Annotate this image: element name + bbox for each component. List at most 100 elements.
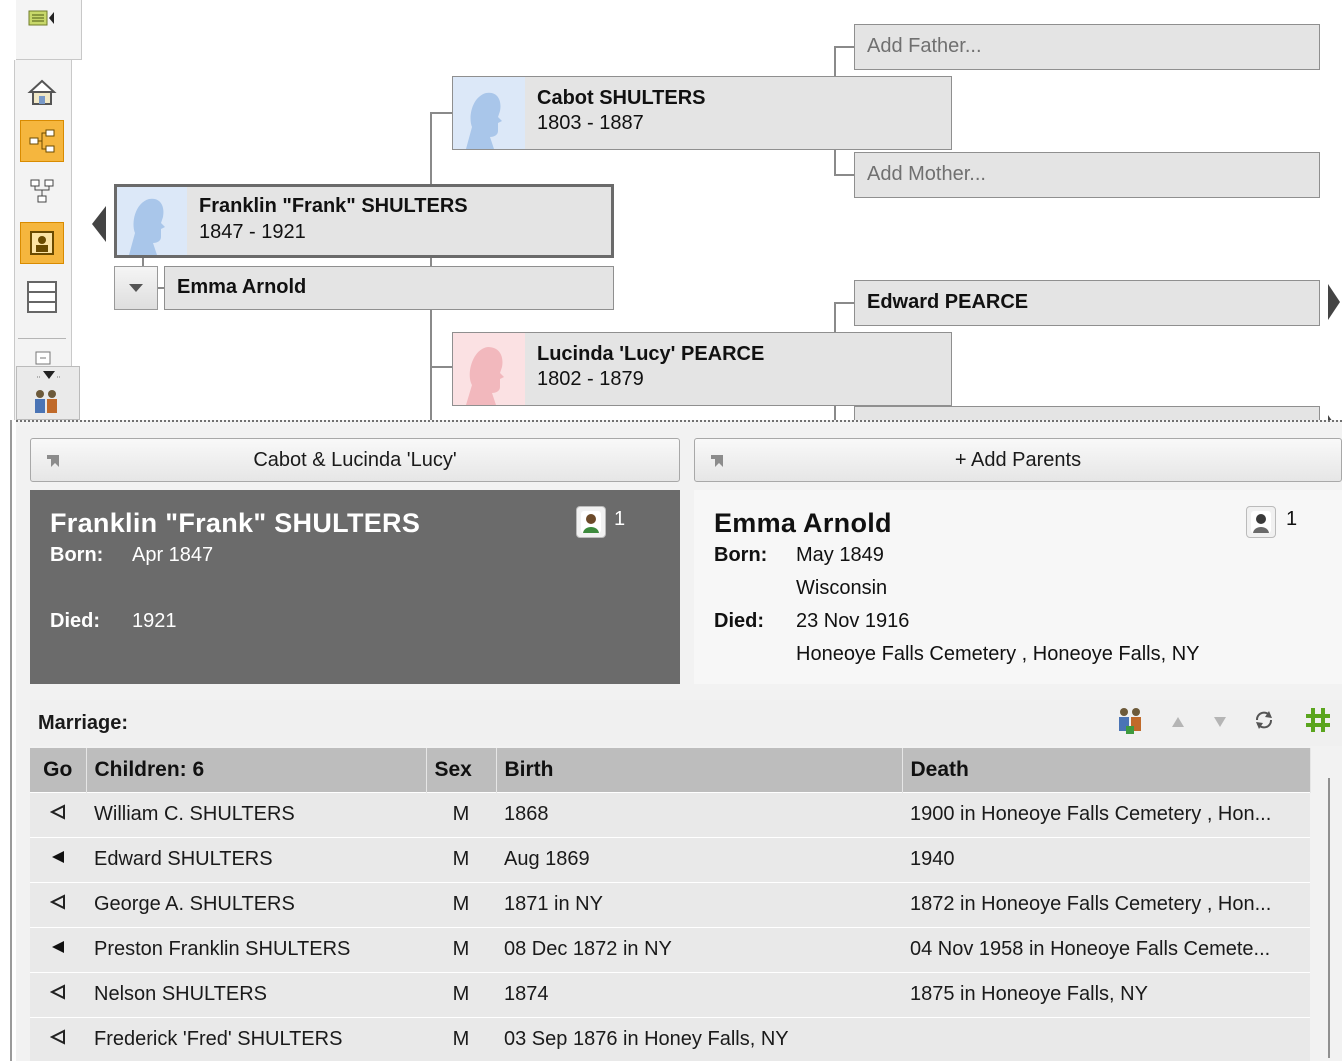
parents-button-label: Cabot & Lucinda 'Lucy' (253, 448, 457, 471)
child-name: Preston Franklin SHULTERS (86, 926, 426, 972)
go-to-parents-icon (47, 455, 59, 467)
pedigree-view-icon (29, 129, 55, 153)
family-group-icon[interactable] (31, 387, 61, 417)
move-child-up-button[interactable] (1170, 712, 1186, 735)
add-father-label: Add Father... (867, 35, 982, 57)
pedigree-tree: Franklin "Frank" SHULTERS 1847 - 1921 Em… (82, 0, 1342, 436)
table-row[interactable]: Preston Franklin SHULTERS M 08 Dec 1872 … (30, 926, 1310, 972)
menu-collapse-icon[interactable] (28, 8, 56, 30)
move-child-down-button[interactable] (1212, 712, 1228, 735)
navigate-children-arrow[interactable] (90, 204, 108, 250)
left-triangle-outline-icon (49, 804, 65, 820)
male-silhouette-icon (453, 77, 525, 149)
mother-name: Lucinda 'Lucy' PEARCE (537, 343, 765, 365)
column-death[interactable]: Death (902, 748, 1311, 792)
child-sex: M (426, 971, 496, 1017)
left-triangle-filled-icon (52, 941, 64, 953)
focus-person-name: Franklin "Frank" SHULTERS (199, 195, 468, 217)
children-table-header: Go Children: 6 Sex Birth Death (30, 748, 1311, 792)
toolbar-divider (18, 338, 66, 339)
child-birth: 1874 (496, 971, 902, 1017)
pedigree-view-button[interactable] (20, 120, 64, 162)
family-view-icon (27, 281, 57, 313)
chevron-down-icon[interactable] (37, 369, 61, 381)
spouse-dropdown-button[interactable] (114, 266, 158, 310)
children-table: Go Children: 6 Sex Birth Death William C… (30, 748, 1311, 1061)
add-mother-box[interactable]: Add Mother... (854, 152, 1320, 198)
chevron-down-icon (129, 284, 143, 292)
grid-icon (1306, 708, 1330, 732)
child-sex: M (426, 791, 496, 837)
connector-mother (430, 366, 452, 368)
spouse-media-button[interactable] (1246, 506, 1276, 538)
person-photo-icon (581, 511, 601, 533)
go-to-child-button[interactable] (30, 836, 86, 882)
left-triangle-outline-icon (49, 984, 65, 1000)
add-father-box[interactable]: Add Father... (854, 24, 1320, 70)
mother-dates: 1802 - 1879 (537, 368, 644, 390)
person-view-button[interactable] (20, 222, 64, 264)
father-box[interactable]: Cabot SHULTERS 1803 - 1887 (452, 76, 952, 150)
family-group-icon (1119, 708, 1141, 734)
go-to-child-button[interactable] (30, 1016, 86, 1061)
family-view-button[interactable] (20, 276, 64, 318)
triangle-down-icon (1214, 717, 1226, 727)
focus-person-box[interactable]: Franklin "Frank" SHULTERS 1847 - 1921 (114, 184, 614, 258)
add-child-button[interactable] (1116, 706, 1144, 742)
female-silhouette-icon (453, 333, 525, 405)
mother-box[interactable]: Lucinda 'Lucy' PEARCE 1802 - 1879 (452, 332, 952, 406)
left-triangle-outline-icon (49, 1029, 65, 1045)
go-to-child-button[interactable] (30, 881, 86, 927)
triangle-up-icon (1172, 717, 1184, 727)
child-death: 04 Nov 1958 in Honeoye Falls Cemete... (902, 926, 1310, 972)
go-to-child-button[interactable] (30, 971, 86, 1017)
spouse-box[interactable]: Emma Arnold (164, 266, 614, 310)
spouse-card[interactable]: Emma Arnold 1 Born: May 1849 Wisconsin D… (694, 490, 1342, 684)
person-media-button[interactable] (576, 506, 606, 538)
view-toolbar (0, 0, 82, 420)
table-row[interactable]: Nelson SHULTERS M 1874 1875 in Honeoye F… (30, 971, 1310, 1017)
parents-button[interactable]: Cabot & Lucinda 'Lucy' (30, 438, 680, 482)
connector-father (430, 112, 452, 114)
died-label: Died: (714, 610, 764, 632)
column-sex[interactable]: Sex (426, 748, 497, 792)
child-death: 1940 (902, 836, 1310, 882)
person-card[interactable]: Franklin "Frank" SHULTERS 1 Born: Apr 18… (30, 490, 680, 684)
go-to-child-button[interactable] (30, 926, 86, 972)
table-row[interactable]: Edward SHULTERS M Aug 1869 1940 (30, 836, 1310, 882)
child-death: 1900 in Honeoye Falls Cemetery , Hon... (902, 791, 1310, 837)
left-triangle-outline-icon (49, 894, 65, 910)
father-name: Cabot SHULTERS (537, 87, 706, 109)
view-overflow-panel (16, 366, 80, 420)
child-birth: 08 Dec 1872 in NY (496, 926, 902, 972)
male-silhouette-icon (117, 187, 187, 255)
child-name: Edward SHULTERS (86, 836, 426, 882)
family-panel: Cabot & Lucinda 'Lucy' + Add Parents Fra… (16, 426, 1342, 1061)
toolbar-header (16, 0, 82, 60)
vertical-scrollbar[interactable] (1328, 778, 1330, 1058)
table-row[interactable]: Frederick 'Fred' SHULTERS M 03 Sep 1876 … (30, 1016, 1310, 1061)
table-row[interactable]: George A. SHULTERS M 1871 in NY 1872 in … (30, 881, 1310, 927)
home-icon (27, 79, 57, 105)
child-sex: M (426, 881, 496, 927)
child-name: Nelson SHULTERS (86, 971, 426, 1017)
add-parents-button[interactable]: + Add Parents (694, 438, 1342, 482)
column-go[interactable]: Go (30, 748, 87, 792)
navigate-ancestors-arrow[interactable] (1326, 282, 1342, 328)
maternal-grandfather-box[interactable]: Edward PEARCE (854, 280, 1320, 326)
born-value: Apr 1847 (132, 544, 214, 566)
column-children[interactable]: Children: 6 (86, 748, 427, 792)
maternal-grandmother-box[interactable] (854, 406, 1320, 420)
column-birth[interactable]: Birth (496, 748, 903, 792)
home-button[interactable] (20, 72, 64, 114)
child-sex: M (426, 1016, 496, 1061)
table-row[interactable]: William C. SHULTERS M 1868 1900 in Honeo… (30, 791, 1310, 837)
add-parents-label: + Add Parents (954, 448, 1082, 471)
go-to-child-button[interactable] (30, 791, 86, 837)
sort-children-button[interactable] (1252, 708, 1276, 738)
person-media-count: 1 (614, 508, 626, 530)
family-grid-button[interactable] (1304, 706, 1332, 740)
add-mother-label: Add Mother... (867, 163, 986, 185)
marriage-label[interactable]: Marriage: (38, 712, 128, 735)
descendant-view-button[interactable] (20, 170, 64, 212)
